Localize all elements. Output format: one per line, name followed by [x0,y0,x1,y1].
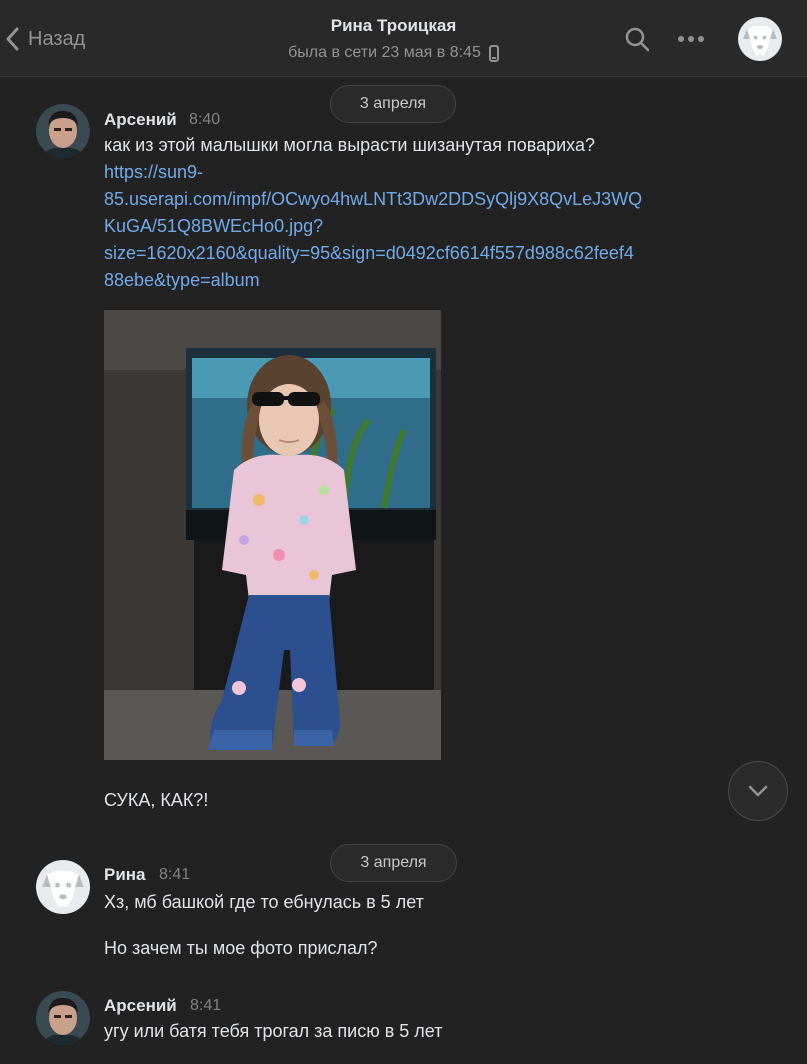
message-time: 8:41 [190,997,222,1014]
message-text: как из этой малышки могла вырасти шизану… [104,135,595,155]
date-divider: 3 апреля [330,844,457,882]
search-icon[interactable] [624,26,650,52]
message-text: угу или батя тебя трогал за писю в 5 лет [104,1021,443,1041]
attached-photo[interactable] [104,310,441,760]
message-author[interactable]: Рина [104,865,146,885]
chevron-down-icon [748,785,768,797]
message-link[interactable]: https://sun9- 85.userapi.com/impf/OCwyo4… [104,159,642,294]
message-time: 8:41 [159,866,191,883]
more-dots-icon[interactable] [676,30,706,48]
peer-status: была в сети 23 мая в 8:45 [288,44,499,62]
avatar[interactable] [36,860,90,914]
message-author[interactable]: Арсений [104,110,177,130]
user-avatar-photo [36,991,90,1045]
link-line[interactable]: 85.userapi.com/impf/OCwyo4hwLNTt3Dw2DDSy… [104,186,642,213]
date-divider-label: 3 апреля [360,854,427,871]
message-text: Хз, мб башкой где то ебнулась в 5 лет [104,892,424,912]
avatar[interactable] [36,104,90,158]
mobile-phone-icon [488,44,499,62]
photo-image [104,310,441,760]
peer-avatar[interactable] [738,17,782,61]
message-text: Но зачем ты мое фото прислал? [104,938,378,958]
link-line[interactable]: 88ebe&type=album [104,267,642,294]
user-avatar-photo [36,104,90,158]
link-line[interactable]: https://sun9- [104,159,642,186]
peer-status-text: была в сети 23 мая в 8:45 [288,44,481,61]
dog-avatar-icon [42,871,84,907]
scroll-down-button[interactable] [728,761,788,821]
peer-info[interactable]: Рина Троицкая была в сети 23 мая в 8:45 [0,16,787,62]
message-text: СУКА, КАК?! [104,790,209,810]
message-time: 8:40 [189,111,221,128]
avatar[interactable] [36,991,90,1045]
date-divider: 3 апреля [330,85,456,123]
message-author[interactable]: Арсений [104,996,177,1016]
link-line[interactable]: size=1620x2160&quality=95&sign=d0492cf66… [104,240,642,267]
date-divider-label: 3 апреля [359,95,427,112]
chat-header: Назад Рина Троицкая была в сети 23 мая в… [0,0,807,77]
peer-name: Рина Троицкая [330,16,457,35]
dog-avatar-icon [743,26,777,55]
link-line[interactable]: KuGA/51Q8BWEcHo0.jpg? [104,213,642,240]
